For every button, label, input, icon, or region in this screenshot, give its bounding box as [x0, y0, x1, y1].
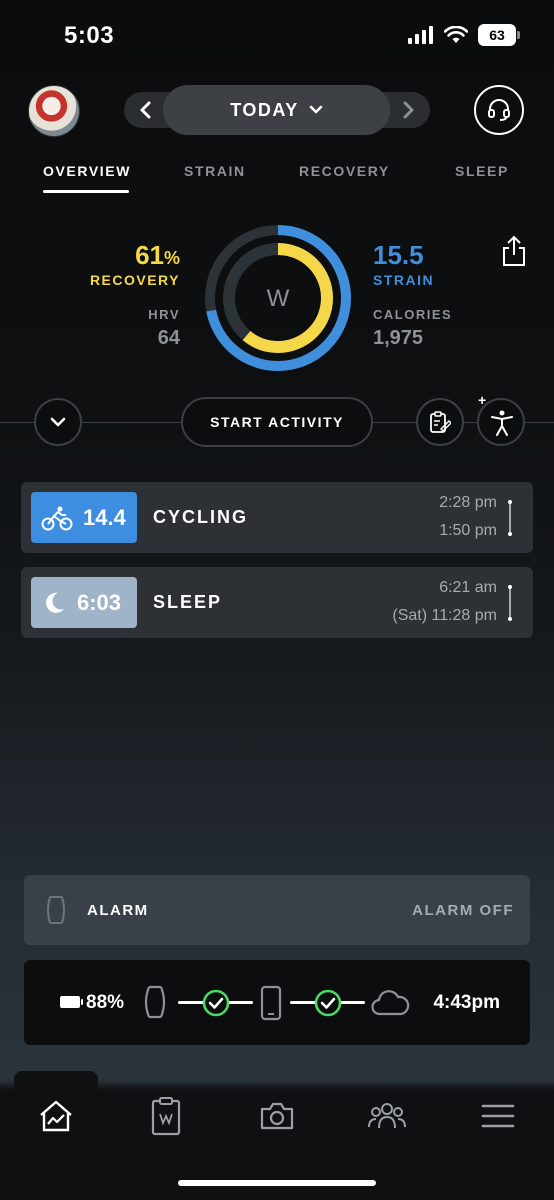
strap-device-icon: [144, 985, 166, 1019]
moon-icon: [46, 592, 64, 613]
nav-community[interactable]: [367, 1092, 407, 1140]
strap-battery-percent: 88%: [86, 992, 125, 1013]
battery-icon: [60, 996, 83, 1008]
headset-icon: [488, 99, 510, 121]
chevron-right-icon: [403, 101, 414, 119]
activity-start-time: (Sat) 11:28 pm: [392, 607, 497, 624]
cloud-icon: [371, 990, 410, 1016]
prev-day-button[interactable]: [132, 96, 160, 124]
clipboard-icon: [151, 1097, 181, 1136]
alarm-label: ALARM: [87, 902, 149, 919]
alarm-status: ALARM OFF: [412, 902, 514, 919]
support-button[interactable]: [474, 85, 524, 135]
body-plus-icon: [491, 410, 513, 436]
expand-button[interactable]: [34, 398, 82, 446]
plus-icon: +: [478, 392, 487, 408]
brand-logo: W: [267, 285, 290, 312]
status-icons: 63: [408, 24, 520, 46]
recovery-label: RECOVERY: [89, 272, 180, 288]
nav-journal[interactable]: [146, 1092, 186, 1140]
avatar[interactable]: [28, 85, 80, 137]
battery-indicator: 63: [478, 24, 520, 46]
sync-status-card[interactable]: 88% 4:43pm: [24, 960, 530, 1045]
next-day-button[interactable]: [394, 96, 422, 124]
chevron-down-icon: [50, 417, 66, 427]
calories-label: CALORIES: [373, 307, 453, 322]
activity-badge: 6:03: [31, 577, 137, 628]
strap-icon: [47, 896, 65, 924]
battery-level: 63: [489, 27, 505, 43]
time-range-track: [508, 585, 512, 621]
activity-card-cycling[interactable]: 14.4 CYCLING 2:28 pm 1:50 pm: [21, 482, 533, 553]
clipboard-edit-icon: [430, 411, 451, 433]
hrv-value: 64: [157, 327, 180, 349]
tab-overview[interactable]: OVERVIEW: [43, 163, 131, 179]
journal-button[interactable]: [416, 398, 464, 446]
nav-home[interactable]: [36, 1092, 76, 1140]
hrv-label: HRV: [148, 307, 180, 322]
share-button[interactable]: [502, 235, 526, 272]
hamburger-icon: [481, 1104, 515, 1128]
time-range-track: [508, 500, 512, 536]
calories-value: 1,975: [373, 327, 424, 349]
start-activity-button[interactable]: START ACTIVITY: [181, 397, 373, 447]
status-time: 5:03: [64, 22, 115, 49]
check-circle-icon: [202, 989, 230, 1017]
cycling-icon: [41, 506, 73, 530]
activity-badge: 14.4: [31, 492, 137, 543]
activity-end-time: 6:21 am: [439, 579, 497, 596]
alarm-card[interactable]: ALARM ALARM OFF: [24, 875, 530, 945]
phone-icon: [260, 985, 282, 1021]
share-icon: [503, 235, 525, 266]
activity-start-time: 1:50 pm: [439, 522, 497, 539]
activity-card-sleep[interactable]: 6:03 SLEEP 6:21 am (Sat) 11:28 pm: [21, 567, 533, 638]
home-chart-icon: [40, 1100, 72, 1132]
activity-name: SLEEP: [153, 592, 223, 612]
nav-menu[interactable]: [478, 1092, 518, 1140]
chevron-left-icon: [140, 101, 151, 119]
tab-sleep[interactable]: SLEEP: [455, 163, 509, 179]
home-indicator: [178, 1180, 376, 1186]
activity-name: CYCLING: [153, 507, 248, 527]
activity-end-time: 2:28 pm: [439, 494, 497, 511]
tab-recovery[interactable]: RECOVERY: [299, 163, 390, 179]
recovery-value: 61: [135, 240, 164, 270]
activity-strain: 14.4: [83, 504, 126, 530]
nav-camera[interactable]: [257, 1092, 297, 1140]
recovery-unit: %: [163, 248, 180, 268]
last-sync-time: 4:43pm: [433, 992, 500, 1013]
wifi-icon: [444, 26, 468, 43]
recovery-score[interactable]: 61%: [135, 240, 180, 271]
chevron-down-icon: [309, 105, 323, 114]
tab-active-indicator: [43, 190, 129, 193]
score-rings[interactable]: W: [203, 223, 353, 373]
people-icon: [368, 1103, 406, 1129]
date-label: TODAY: [230, 99, 299, 120]
activity-duration: 6:03: [77, 589, 122, 615]
strain-label: STRAIN: [373, 272, 435, 288]
cellular-signal-icon: [408, 26, 433, 44]
camera-icon: [260, 1102, 294, 1130]
tab-strain[interactable]: STRAIN: [184, 163, 246, 179]
strain-value[interactable]: 15.5: [373, 240, 424, 271]
date-dropdown[interactable]: TODAY: [163, 85, 390, 135]
check-circle-icon: [314, 989, 342, 1017]
